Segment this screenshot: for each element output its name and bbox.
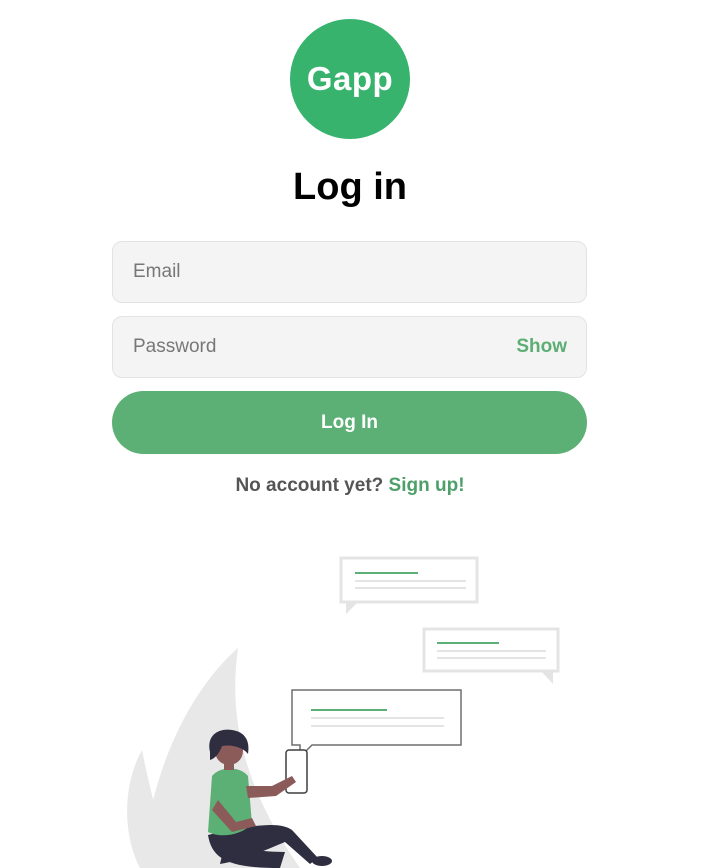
app-logo: Gapp <box>290 19 410 139</box>
signup-link[interactable]: Sign up! <box>389 475 465 496</box>
chat-bubble-1 <box>339 556 479 614</box>
show-password-toggle[interactable]: Show <box>516 336 567 358</box>
logo-text: Gapp <box>306 60 394 97</box>
page-title: Log in <box>293 166 407 208</box>
chat-bubble-3 <box>291 689 462 759</box>
email-field[interactable] <box>113 242 586 302</box>
person <box>208 729 332 868</box>
signup-prompt-text: No account yet? <box>235 475 384 496</box>
password-field-container: Show <box>112 316 587 378</box>
person-texting-chat-bubbles-illustration <box>127 556 560 868</box>
login-button[interactable]: Log In <box>112 391 587 454</box>
email-field-container <box>112 241 587 303</box>
chat-bubble-2 <box>422 627 560 684</box>
signup-prompt-line: No account yet? Sign up! <box>0 475 700 497</box>
password-field[interactable] <box>113 317 586 377</box>
